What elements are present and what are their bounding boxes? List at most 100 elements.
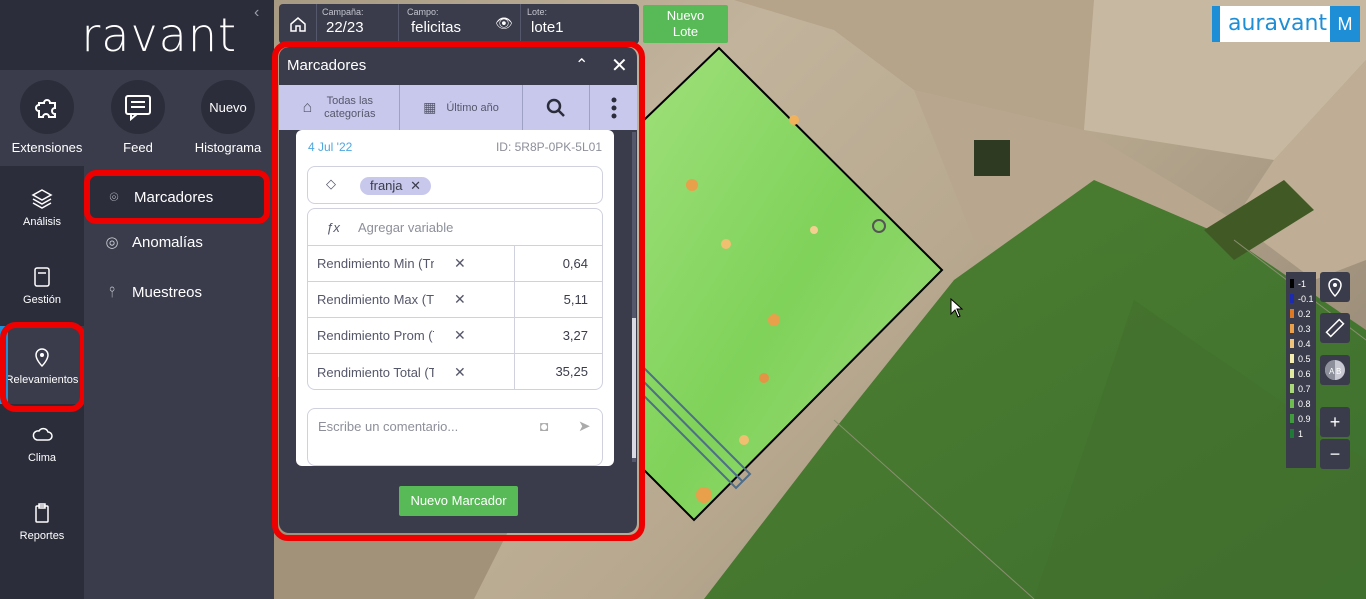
legend-row: -1: [1286, 276, 1316, 291]
legend-swatch: [1290, 369, 1294, 378]
lot-selector[interactable]: Lote: lote1: [527, 7, 564, 36]
shortcut-feed[interactable]: Feed: [98, 80, 178, 155]
legend-label: 0.5: [1298, 353, 1311, 364]
legend-swatch: [1290, 279, 1294, 288]
ruler-icon: [1325, 318, 1345, 338]
mouse-cursor-icon: [950, 298, 964, 318]
legend-label: -0.1: [1298, 293, 1314, 304]
map-pin-icon: [1328, 278, 1342, 298]
legend-swatch: [1290, 339, 1294, 348]
zoom-out-button[interactable]: −: [1320, 439, 1350, 469]
cloud-icon: [32, 427, 53, 441]
svg-text:B: B: [1336, 367, 1341, 376]
sidebar-item-gestion[interactable]: Gestión: [0, 266, 84, 326]
legend-row: 0.2: [1286, 306, 1316, 321]
lot-label: Lote:: [527, 7, 548, 17]
shortcut-histograma[interactable]: Nuevo Histograma: [188, 80, 268, 155]
legend-swatch: [1290, 399, 1294, 408]
campaign-label: Campaña:: [322, 7, 364, 17]
sidebar-item-clima[interactable]: Clima: [0, 424, 84, 484]
marker-tool-button[interactable]: [1320, 272, 1350, 302]
legend-row: 0.9: [1286, 411, 1316, 426]
new-lot-label-1: Nuevo: [666, 8, 705, 23]
lot-value: lote1: [531, 19, 564, 36]
legend-swatch: [1290, 354, 1294, 363]
survey-submenu: ⌾ Marcadores ◎ Anomalías ⫯ Muestreos: [84, 166, 274, 599]
divider: [520, 4, 521, 44]
target-icon: ◎: [105, 234, 119, 251]
legend-swatch: [1290, 294, 1294, 303]
legend-row: -0.1: [1286, 291, 1316, 306]
divider: [398, 4, 399, 44]
home-icon: [289, 17, 306, 32]
ndvi-legend: -1 -0.1 0.2 0.3 0.4 0.5 0.6 0.7 0.8 0.9 1: [1286, 272, 1316, 468]
submenu-item-anomalias[interactable]: ◎ Anomalías: [84, 220, 274, 264]
campaign-bar: Campaña: 22/23 Campo: felicitas 👁 Lote: …: [279, 4, 639, 44]
legend-swatch: [1290, 309, 1294, 318]
field-label: Campo:: [407, 7, 439, 17]
legend-label: -1: [1298, 278, 1307, 289]
campaign-selector[interactable]: Campaña: 22/23: [322, 7, 364, 36]
field-value: felicitas: [411, 19, 462, 36]
shortcut-extensiones[interactable]: Extensiones: [7, 80, 87, 155]
brand-accent: [1212, 6, 1220, 42]
layers-icon: [31, 189, 53, 209]
eye-icon[interactable]: 👁: [495, 15, 513, 32]
highlight-relevamientos: [0, 322, 86, 412]
shortcut-label: Histograma: [194, 140, 262, 155]
submenu-item-marcadores[interactable]: ⌾ Marcadores: [84, 170, 270, 224]
legend-swatch: [1290, 414, 1294, 423]
legend-swatch: [1290, 324, 1294, 333]
legend-row: 0.7: [1286, 381, 1316, 396]
clipboard-icon: [35, 503, 49, 523]
compare-tool-button[interactable]: AB: [1320, 355, 1350, 385]
legend-label: 0.2: [1298, 308, 1311, 319]
highlight-markers-panel: [272, 41, 645, 541]
legend-label: 0.4: [1298, 338, 1311, 349]
zoom-in-button[interactable]: +: [1320, 407, 1350, 437]
map-pin-icon: ⌾: [109, 188, 119, 206]
chevron-left-icon[interactable]: ‹: [254, 4, 259, 22]
ab-compare-icon: AB: [1325, 360, 1345, 380]
brand-badge: auravant M: [1212, 6, 1360, 42]
submenu-item-muestreos[interactable]: ⫯ Muestreos: [84, 270, 274, 314]
legend-label: 0.3: [1298, 323, 1311, 334]
sidebar-item-label: Reportes: [19, 530, 65, 542]
legend-label: 0.9: [1298, 413, 1311, 424]
shortcut-label: Extensiones: [11, 140, 83, 155]
user-avatar[interactable]: M: [1330, 6, 1360, 42]
submenu-item-label: Marcadores: [134, 188, 214, 206]
legend-label: 0.6: [1298, 368, 1311, 379]
legend-row: 0.3: [1286, 321, 1316, 336]
legend-label: 1: [1298, 428, 1304, 439]
message-icon: [111, 80, 165, 134]
folder-icon: [34, 267, 50, 287]
shortcut-label: Feed: [123, 140, 153, 155]
legend-label: 0.8: [1298, 398, 1311, 409]
submenu-item-label: Muestreos: [132, 283, 203, 301]
legend-row: 0.5: [1286, 351, 1316, 366]
field-selector[interactable]: Campo: felicitas: [407, 7, 461, 36]
top-shortcuts: Extensiones Feed Nuevo Histograma: [0, 70, 274, 166]
brand-logo: auravant: [1228, 11, 1328, 36]
sidebar-item-label: Clima: [27, 452, 57, 464]
campaign-value: 22/23: [326, 19, 364, 36]
sidebar-item-label: Gestión: [23, 294, 61, 306]
svg-text:A: A: [1329, 367, 1335, 376]
legend-row: 0.8: [1286, 396, 1316, 411]
sidebar-item-analisis[interactable]: Análisis: [0, 188, 84, 248]
probe-icon: ⫯: [108, 283, 116, 301]
legend-row: 0.4: [1286, 336, 1316, 351]
sidebar-item-reportes[interactable]: Reportes: [0, 502, 84, 562]
new-lot-button[interactable]: Nuevo Lote: [643, 5, 728, 43]
submenu-item-label: Anomalías: [132, 233, 203, 251]
legend-row: 1: [1286, 426, 1316, 441]
legend-swatch: [1290, 384, 1294, 393]
legend-label: 0.7: [1298, 383, 1311, 394]
legend-swatch: [1290, 429, 1294, 438]
histogram-new-badge: Nuevo: [201, 80, 255, 134]
puzzle-icon: [20, 80, 74, 134]
new-lot-label-2: Lote: [672, 24, 699, 39]
home-button[interactable]: [279, 4, 317, 44]
ruler-tool-button[interactable]: [1320, 313, 1350, 343]
